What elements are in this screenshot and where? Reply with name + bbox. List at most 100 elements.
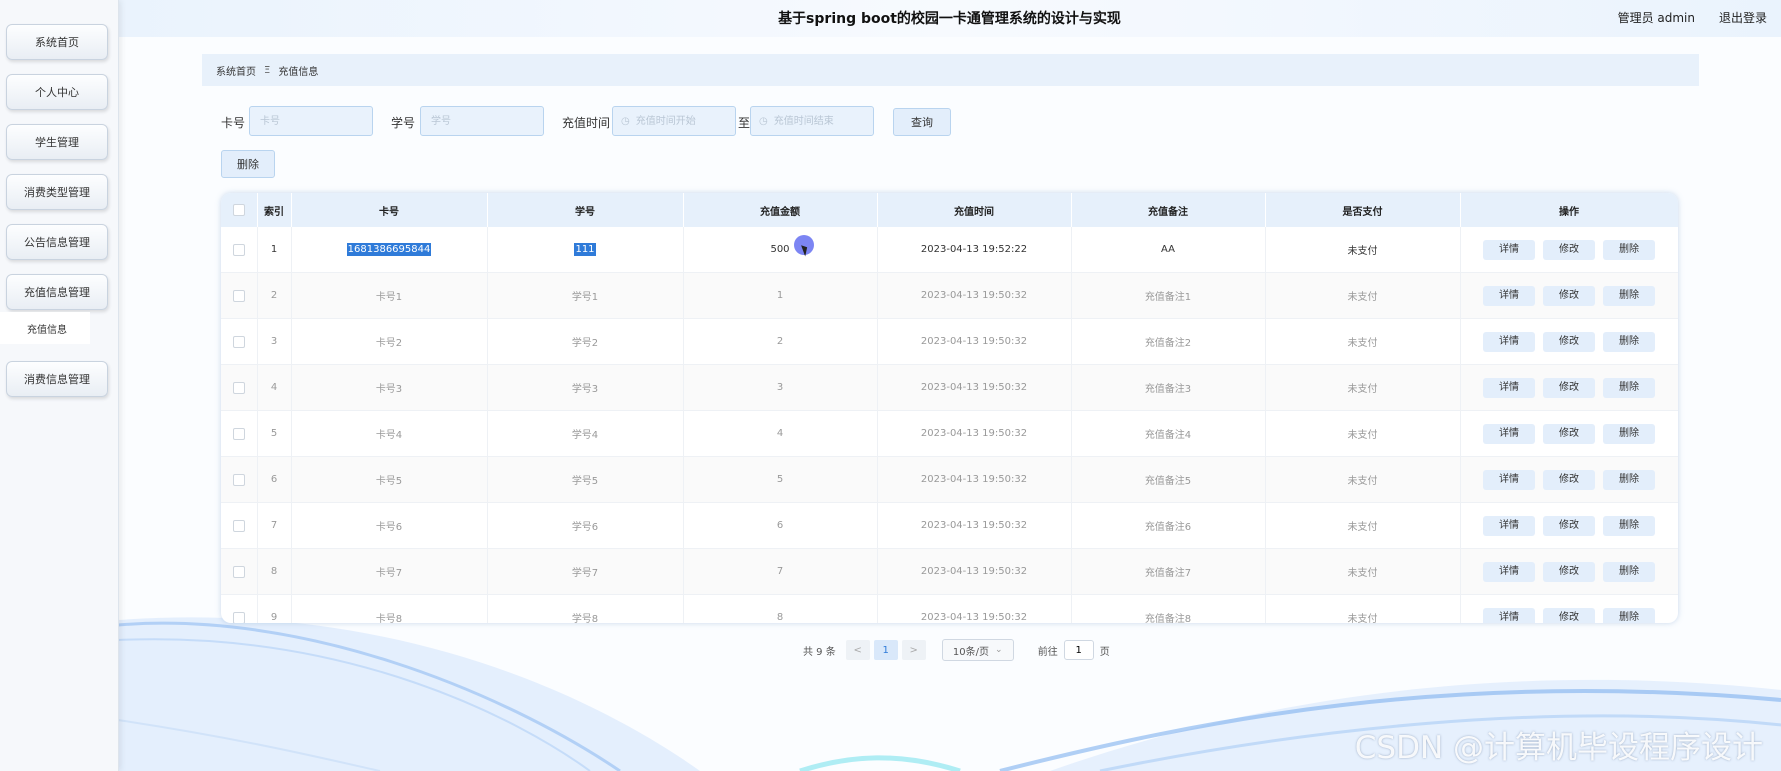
prev-page-button[interactable]: < (845, 640, 870, 660)
select-all-cell[interactable] (221, 193, 258, 227)
select-all-checkbox[interactable] (232, 204, 245, 216)
detail-button[interactable]: 详情 (1483, 331, 1535, 352)
edit-button[interactable]: 修改 (1543, 285, 1595, 306)
delete-button[interactable]: 删除 (1603, 515, 1655, 536)
table-row[interactable]: 4 卡号3 学号3 3 2023-04-13 19:50:32 充值备注3 未支付 详情 修改删… (221, 364, 1678, 411)
row-checkbox[interactable] (232, 473, 245, 486)
breadcrumb-home[interactable]: 系统首页 (216, 63, 256, 78)
goto-page-input[interactable] (1063, 640, 1094, 660)
row-checkbox[interactable] (232, 427, 245, 440)
delete-button[interactable]: 删除 (1603, 607, 1655, 623)
cell-paid: 未支付 (1265, 364, 1461, 411)
card-input[interactable] (249, 106, 373, 136)
start-time-picker[interactable]: ◷ (612, 106, 736, 136)
sidebar-item-consume-types[interactable]: 消费类型管理 (6, 174, 108, 210)
batch-delete-button[interactable]: 删除 (221, 150, 275, 178)
sidebar-item-consume-info[interactable]: 消费信息管理 (6, 361, 108, 397)
delete-button[interactable]: 删除 (1603, 331, 1655, 352)
table-row[interactable]: 2 卡号1 学号1 1 2023-04-13 19:50:32 充值备注1 未支付 详情 修改删… (221, 272, 1678, 319)
cell-card-text: 卡号4 (375, 430, 403, 441)
edit-button[interactable]: 修改 (1543, 561, 1595, 582)
detail-button[interactable]: 详情 (1483, 607, 1535, 623)
row-select-cell[interactable] (221, 318, 258, 365)
row-checkbox[interactable] (232, 289, 245, 302)
row-checkbox[interactable] (232, 381, 245, 394)
delete-button[interactable]: 删除 (1603, 377, 1655, 398)
detail-button[interactable]: 详情 (1483, 561, 1535, 582)
sidebar-item-home[interactable]: 系统首页 (6, 24, 108, 60)
cell-student: 学号3 (487, 364, 684, 411)
query-button[interactable]: 查询 (893, 108, 951, 136)
delete-button[interactable]: 删除 (1603, 285, 1655, 306)
delete-button[interactable]: 删除 (1603, 469, 1655, 490)
table-row[interactable]: 1 1681386695844 111 500 2023-04-13 19:52:22 A… (221, 227, 1678, 273)
cell-index-text: 5 (270, 428, 278, 439)
page-size-select[interactable]: 10条/页 ⌄ (941, 639, 1014, 661)
end-time-picker[interactable]: ◷ (750, 106, 874, 136)
delete-button[interactable]: 删除 (1603, 423, 1655, 444)
edit-button[interactable]: 修改 (1543, 377, 1595, 398)
row-checkbox[interactable] (232, 243, 245, 256)
cell-paid: 未支付 (1265, 272, 1461, 319)
page-1-button[interactable]: 1 (873, 640, 898, 660)
cell-paid-text: 未支付 (1347, 246, 1378, 257)
row-select-cell[interactable] (221, 272, 258, 319)
edit-button[interactable]: 修改 (1543, 239, 1595, 260)
delete-button[interactable]: 删除 (1603, 239, 1655, 260)
student-input[interactable] (420, 106, 544, 136)
start-time-input[interactable] (633, 114, 728, 128)
detail-button[interactable]: 详情 (1483, 285, 1535, 306)
table-row[interactable]: 7 卡号6 学号6 6 2023-04-13 19:50:32 充值备注6 未支付 详情 修改删… (221, 502, 1678, 549)
row-select-cell[interactable] (221, 594, 258, 623)
table-row[interactable]: 6 卡号5 学号5 5 2023-04-13 19:50:32 充值备注5 未支付 详情 修改删… (221, 456, 1678, 503)
edit-button[interactable]: 修改 (1543, 469, 1595, 490)
cell-index: 8 (257, 548, 292, 595)
row-checkbox[interactable] (232, 565, 245, 578)
cell-card-text: 卡号7 (375, 568, 403, 579)
sidebar-item-students[interactable]: 学生管理 (6, 124, 108, 160)
edit-button[interactable]: 修改 (1543, 607, 1595, 623)
logout-link[interactable]: 退出登录 (1719, 9, 1767, 26)
cell-card-text: 卡号5 (375, 476, 403, 487)
sidebar-item-profile[interactable]: 个人中心 (6, 74, 108, 110)
row-checkbox[interactable] (232, 519, 245, 532)
row-select-cell[interactable] (221, 456, 258, 503)
row-checkbox[interactable] (232, 335, 245, 348)
detail-button[interactable]: 详情 (1483, 469, 1535, 490)
cell-index-text: 2 (270, 290, 278, 301)
detail-button[interactable]: 详情 (1483, 377, 1535, 398)
row-select-cell[interactable] (221, 548, 258, 595)
row-checkbox[interactable] (232, 611, 245, 623)
cell-paid: 未支付 (1265, 227, 1461, 273)
sidebar-item-recharge[interactable]: 充值信息管理 (6, 274, 108, 310)
detail-button[interactable]: 详情 (1483, 239, 1535, 260)
cell-actions: 详情 修改 删除 (1460, 318, 1678, 365)
detail-button[interactable]: 详情 (1483, 423, 1535, 444)
next-page-button[interactable]: > (901, 640, 926, 660)
edit-button[interactable]: 修改 (1543, 515, 1595, 536)
delete-button[interactable]: 删除 (1603, 561, 1655, 582)
row-select-cell[interactable] (221, 410, 258, 457)
table-row[interactable]: 5 卡号4 学号4 4 2023-04-13 19:50:32 充值备注4 未支付 详情 修改删… (221, 410, 1678, 457)
cell-index-text: 4 (270, 382, 278, 393)
cell-amount: 4 (683, 410, 878, 457)
table-row[interactable]: 9 卡号8 学号8 8 2023-04-13 19:50:32 充值备注8 未支付 详情 修改删… (221, 594, 1678, 623)
sidebar-subitem-recharge-info[interactable]: 充值信息 (0, 312, 90, 344)
cell-index: 9 (257, 594, 292, 623)
row-select-cell[interactable] (221, 227, 258, 273)
cell-index: 3 (257, 318, 292, 365)
table-row[interactable]: 8 卡号7 学号7 7 2023-04-13 19:50:32 充值备注7 未支付 详情 修改删… (221, 548, 1678, 595)
cell-note: 充值备注5 (1071, 456, 1266, 503)
cell-note: 充值备注3 (1071, 364, 1266, 411)
row-select-cell[interactable] (221, 364, 258, 411)
sidebar-item-notices[interactable]: 公告信息管理 (6, 224, 108, 260)
edit-button[interactable]: 修改 (1543, 331, 1595, 352)
detail-button[interactable]: 详情 (1483, 515, 1535, 536)
end-time-input[interactable] (771, 114, 866, 128)
table-row[interactable]: 3 卡号2 学号2 2 2023-04-13 19:50:32 充值备注2 未支付 详情 修改删… (221, 318, 1678, 365)
sidebar: 系统首页 个人中心 学生管理 消费类型管理 公告信息管理 充值信息管理 充值信息… (0, 0, 119, 771)
row-select-cell[interactable] (221, 502, 258, 549)
cell-student: 学号1 (487, 272, 684, 319)
edit-button[interactable]: 修改 (1543, 423, 1595, 444)
cell-card: 卡号6 (291, 502, 488, 549)
